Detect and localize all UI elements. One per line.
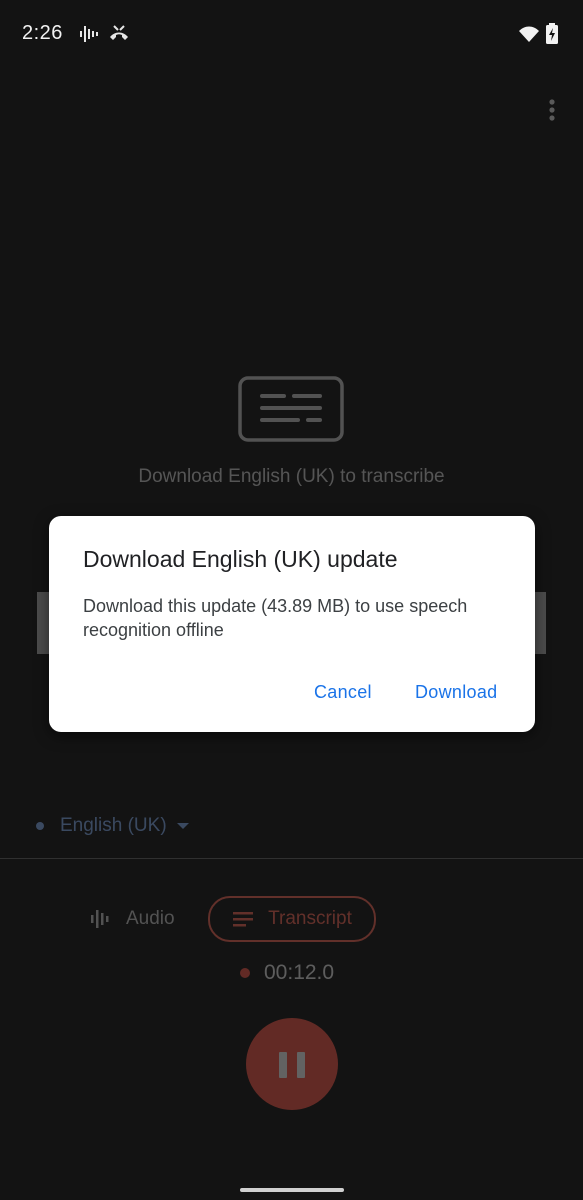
- language-label: English (UK): [60, 815, 167, 836]
- cancel-button[interactable]: Cancel: [314, 682, 372, 703]
- transcript-icon: [238, 376, 344, 442]
- download-dialog: Download English (UK) update Download th…: [49, 516, 535, 732]
- dialog-body: Download this update (43.89 MB) to use s…: [83, 596, 468, 640]
- status-time: 2:26: [22, 22, 63, 44]
- recorder-screen: 2:26 Download English (UK) to transcribe…: [0, 0, 583, 1200]
- chevron-down-icon: [176, 823, 189, 829]
- timer-value: 00:12.0: [264, 961, 335, 984]
- wifi-icon: [518, 23, 540, 45]
- status-bar: 2:26: [0, 0, 583, 70]
- audio-waveform-icon: [91, 910, 109, 928]
- phone-call-icon: [108, 23, 130, 45]
- transcript-lines-icon: [233, 912, 254, 927]
- tab-audio[interactable]: Audio: [88, 896, 175, 942]
- download-button[interactable]: Download: [415, 682, 497, 703]
- more-vert-icon[interactable]: [537, 96, 567, 126]
- tab-transcript-label: Transcript: [268, 908, 352, 929]
- voice-waveform-icon: [78, 23, 100, 45]
- divider: [0, 858, 583, 859]
- language-selector[interactable]: English (UK): [36, 812, 189, 840]
- recording-dot: [240, 968, 250, 978]
- dialog-title: Download English (UK) update: [83, 546, 398, 572]
- battery-charging-icon: [545, 23, 567, 45]
- gesture-nav-handle[interactable]: [240, 1188, 344, 1192]
- language-dot: [36, 822, 44, 830]
- pause-button[interactable]: [246, 1018, 338, 1110]
- recording-timer: 00:12.0: [240, 958, 334, 988]
- tab-transcript[interactable]: Transcript: [208, 896, 376, 942]
- download-prompt-text: Download English (UK) to transcribe: [138, 466, 445, 487]
- tab-audio-label: Audio: [126, 908, 175, 929]
